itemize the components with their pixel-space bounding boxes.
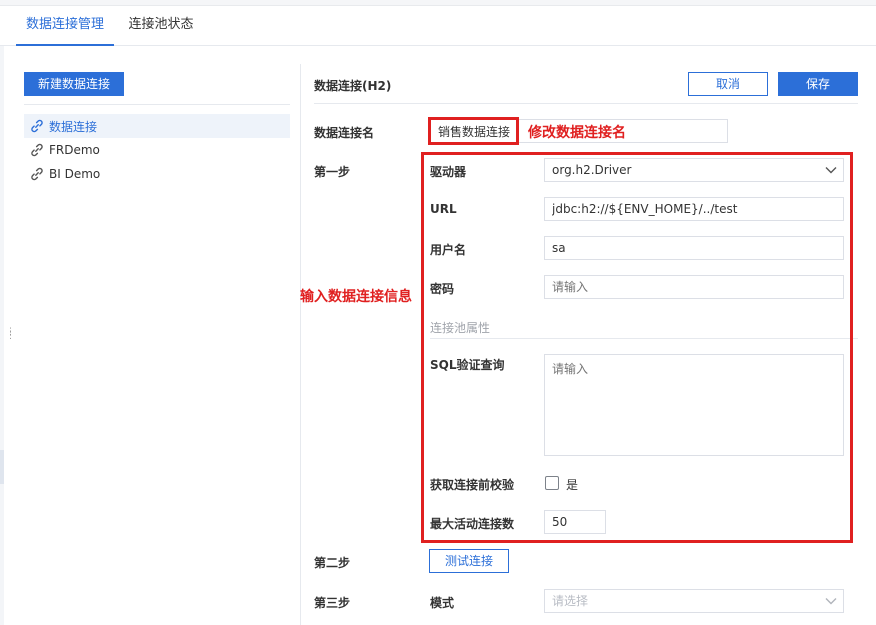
annotation-rename-note: 修改数据连接名 <box>528 125 626 141</box>
link-icon <box>30 119 44 133</box>
sidebar-item-label: FRDemo <box>49 143 100 157</box>
step1-label: 第一步 <box>314 165 351 179</box>
mode-select-placeholder: 请选择 <box>552 594 589 608</box>
left-gutter-marker <box>0 450 4 484</box>
cancel-button[interactable]: 取消 <box>688 72 768 96</box>
step3-label: 第三步 <box>314 596 351 610</box>
form-title: 数据连接(H2) <box>314 79 392 93</box>
mode-label: 模式 <box>430 596 455 610</box>
tab-connection-management[interactable]: 数据连接管理 <box>16 6 114 46</box>
form-header-divider <box>314 103 858 104</box>
panel-divider <box>300 64 301 625</box>
sidebar-item-label: BI Demo <box>49 167 101 181</box>
tab-bar: 数据连接管理 连接池状态 <box>0 0 876 46</box>
annotation-box-info <box>421 152 853 543</box>
sidebar-item-label: 数据连接 <box>49 119 98 134</box>
step2-label: 第二步 <box>314 556 351 570</box>
new-connection-button[interactable]: 新建数据连接 <box>24 72 124 96</box>
panel-resize-handle-icon[interactable]: ⋮ ⋮ <box>6 328 15 344</box>
link-icon <box>30 167 44 181</box>
connection-name-label: 数据连接名 <box>314 126 375 140</box>
sidebar-divider <box>24 104 290 105</box>
sidebar-item-bidemo[interactable]: BI Demo <box>24 162 290 186</box>
left-gutter <box>0 46 4 625</box>
mode-select[interactable]: 请选择 <box>544 589 844 613</box>
annotation-info-note: 输入数据连接信息 <box>300 289 412 305</box>
sidebar-item-connection[interactable]: 数据连接 <box>24 114 290 138</box>
test-connection-button[interactable]: 测试连接 <box>429 549 509 573</box>
link-icon <box>30 143 44 157</box>
tab-pool-status[interactable]: 连接池状态 <box>122 6 200 46</box>
sidebar-item-frdemo[interactable]: FRDemo <box>24 138 290 162</box>
save-button[interactable]: 保存 <box>778 72 858 96</box>
chevron-down-icon[interactable] <box>825 595 837 607</box>
annotation-box-name <box>428 117 519 145</box>
